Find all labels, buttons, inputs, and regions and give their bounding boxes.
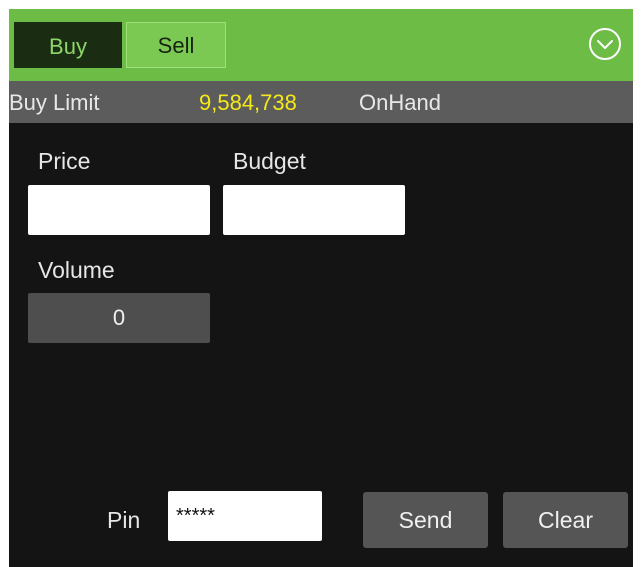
volume-field[interactable]: 0	[28, 293, 210, 343]
tab-sell[interactable]: Sell	[126, 22, 226, 68]
volume-label: Volume	[38, 257, 115, 283]
tab-buy[interactable]: Buy	[14, 22, 122, 68]
pin-label: Pin	[107, 507, 141, 533]
order-header: Buy Sell	[9, 9, 633, 81]
info-bar: Buy Limit 9,584,738 OnHand	[9, 81, 633, 123]
price-label: Price	[38, 148, 91, 174]
budget-label: Budget	[233, 148, 306, 174]
onhand-label: OnHand	[359, 90, 441, 115]
budget-input[interactable]	[223, 185, 405, 235]
send-button[interactable]: Send	[363, 492, 488, 548]
chevron-down-circle-icon[interactable]	[588, 27, 622, 61]
buy-limit-label: Buy Limit	[9, 90, 100, 115]
pin-input[interactable]	[168, 491, 322, 541]
buy-limit-value: 9,584,738	[199, 90, 297, 115]
order-panel: Buy Sell Buy Limit 9,584,738 OnHand Pric…	[9, 9, 633, 567]
clear-button[interactable]: Clear	[503, 492, 628, 548]
price-input[interactable]	[28, 185, 210, 235]
